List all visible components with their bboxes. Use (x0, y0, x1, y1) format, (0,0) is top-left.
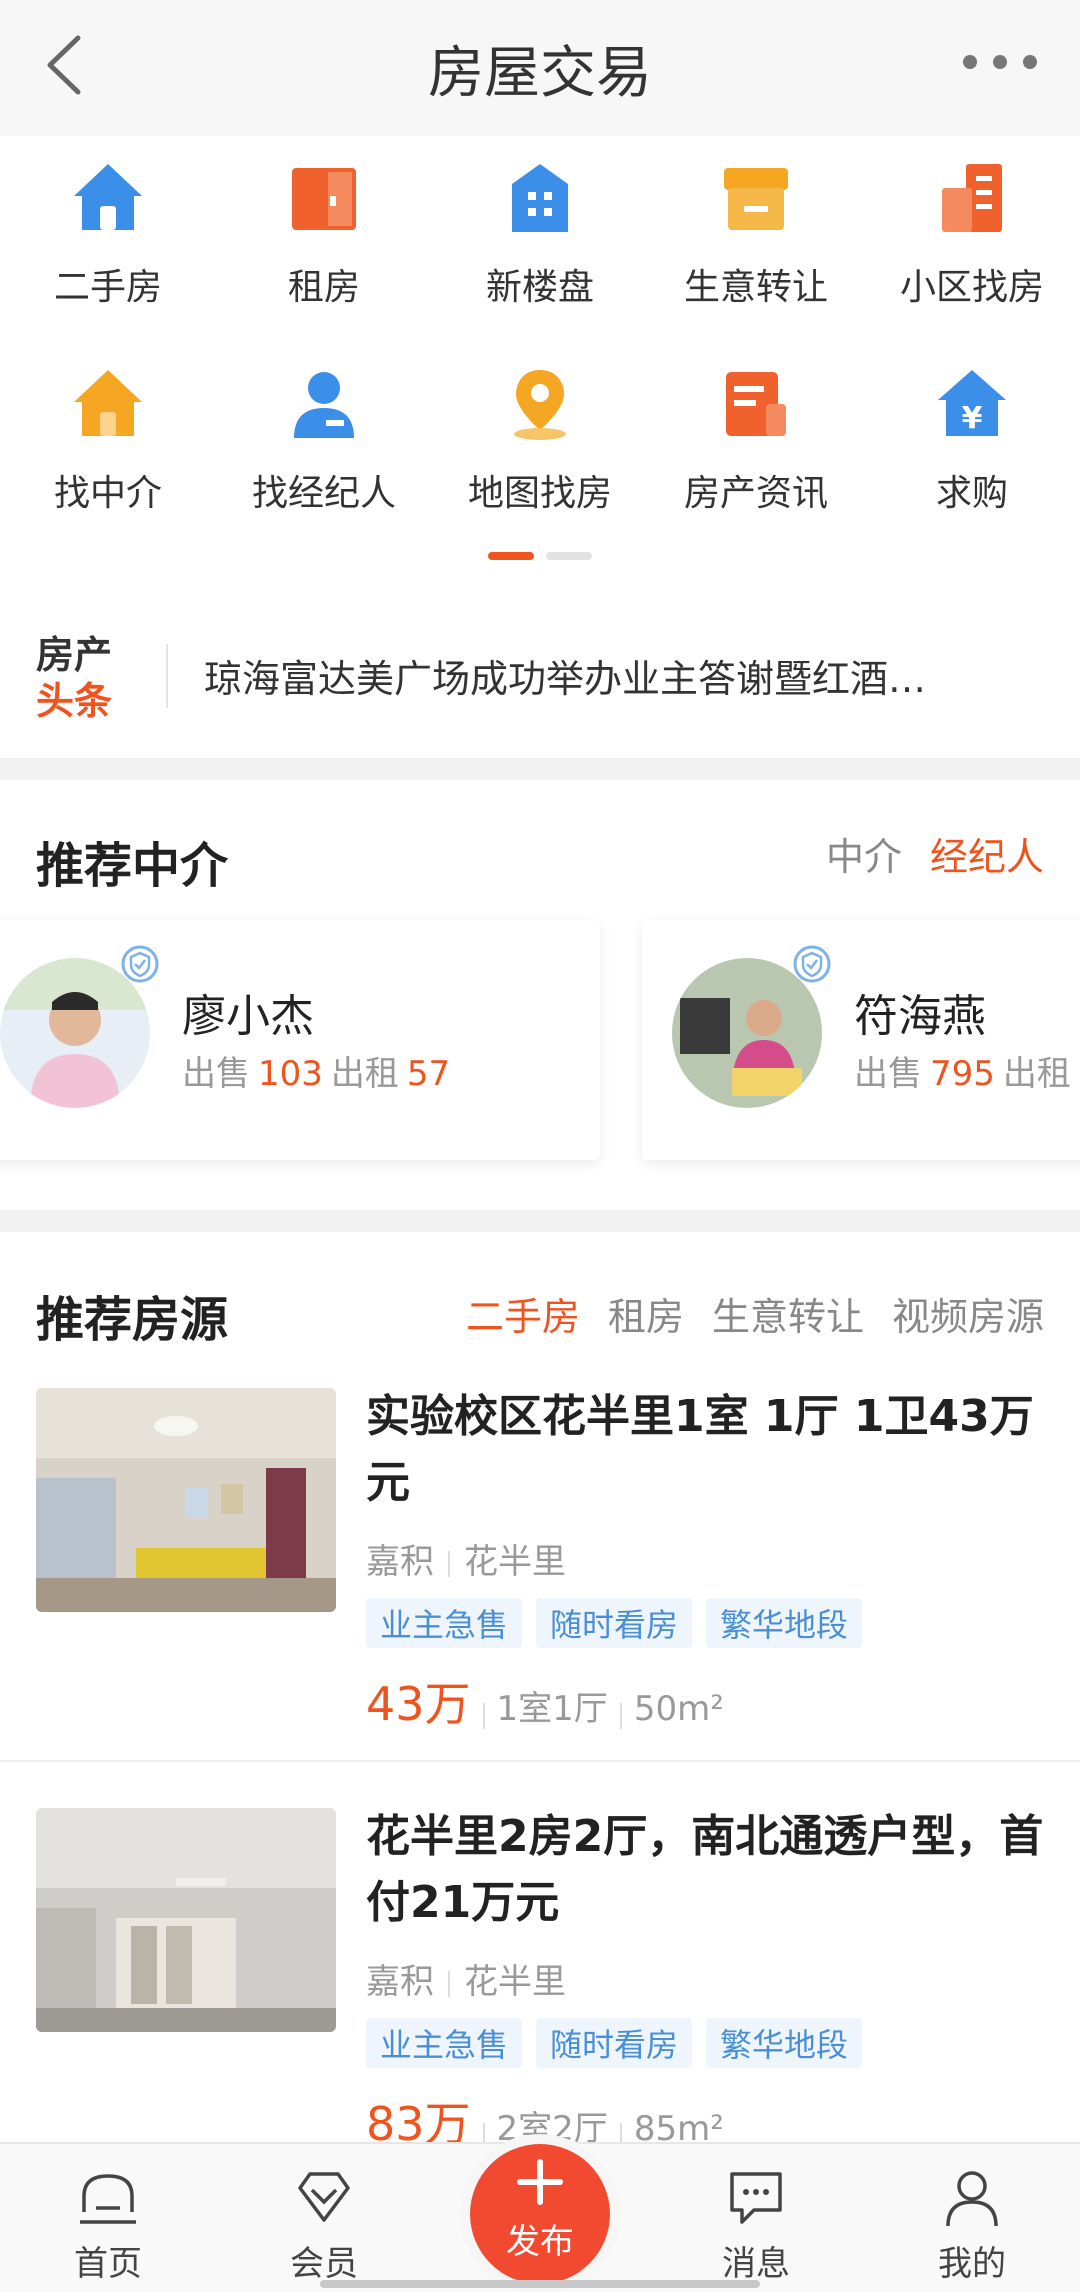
news-headline[interactable]: 琼海富达美广场成功举办业主答谢暨红酒… (204, 648, 1034, 703)
listing-price: 43万 (366, 1677, 471, 1731)
tab-video-listings[interactable]: 视频房源 (892, 1295, 1044, 1339)
listing-item[interactable]: 实验校区花半里1室 1厅 1卫43万元 嘉积 花半里 业主急售 随时看房 繁华地段 4… (0, 1388, 1080, 1808)
category-find-agency[interactable]: 找中介 (0, 346, 216, 546)
category-community-search[interactable]: 小区找房 (864, 140, 1080, 340)
category-business-transfer[interactable]: 生意转让 (648, 140, 864, 340)
listing-photo (36, 1388, 336, 1612)
chat-bubble-icon (730, 2172, 782, 2224)
category-find-broker[interactable]: 找经纪人 (216, 346, 432, 546)
agency-house-icon (74, 370, 142, 436)
sale-count: 103 (258, 1054, 323, 1094)
home-icon (80, 2174, 136, 2224)
publish-button[interactable]: 发布 (470, 2144, 610, 2284)
verified-badge-icon (121, 945, 159, 983)
listing-tabs: 二手房 租房 生意转让 视频房源 (438, 1286, 1044, 1341)
listing-tags: 业主急售 随时看房 繁华地段 (366, 1598, 876, 1648)
agent-name: 符海燕 (854, 991, 986, 1042)
tag-badge: 业主急售 (366, 1598, 523, 1648)
user-icon (946, 2171, 998, 2227)
yuan-house-icon: ¥ (938, 370, 1006, 436)
divider (0, 1760, 1080, 1762)
listing-tags: 业主急售 随时看房 繁华地段 (366, 2018, 876, 2068)
agent-stats: 出售 103 出租 57 (182, 1054, 451, 1094)
verified-badge-icon (793, 945, 831, 983)
headline-logo: 房产 头条 (36, 633, 112, 722)
page-title: 房屋交易 (428, 41, 652, 106)
agent-name: 廖小杰 (182, 991, 314, 1042)
tab-agency[interactable]: 中介 (826, 835, 902, 879)
tab-rent[interactable]: 租房 (608, 1295, 684, 1339)
page-dot-active (488, 552, 534, 560)
tag-badge: 繁华地段 (706, 2018, 863, 2068)
tab-broker[interactable]: 经纪人 (930, 835, 1044, 879)
tag-badge: 业主急售 (366, 2018, 523, 2068)
listing-area: 50m² (633, 1689, 724, 1729)
agent-card[interactable]: 符海燕 出售 795 出租 (642, 920, 1080, 1160)
shop-icon (724, 168, 788, 230)
nav-messages[interactable]: 消息 (648, 2144, 864, 2292)
tag-badge: 随时看房 (536, 2018, 693, 2068)
house-icon (74, 164, 142, 230)
agent-person-icon (294, 372, 354, 438)
category-want-to-buy[interactable]: ¥ 求购 (864, 346, 1080, 546)
home-indicator (320, 2280, 760, 2288)
svg-text:头条: 头条 (36, 679, 112, 722)
agent-card[interactable]: 廖小杰 出售 103 出租 57 (0, 920, 600, 1160)
listing-location: 嘉积 花半里 (366, 1542, 566, 1582)
listing-location: 嘉积 花半里 (366, 1962, 566, 2002)
tag-badge: 随时看房 (536, 1598, 693, 1648)
map-pin-icon (514, 370, 566, 440)
nav-member[interactable]: 会员 (216, 2144, 432, 2292)
page-dot (546, 552, 592, 560)
tag-badge: 繁华地段 (706, 1598, 863, 1648)
door-icon (292, 168, 356, 230)
listing-price-row: 43万 1室1厅 50m² (366, 1668, 724, 1734)
diamond-icon (298, 2172, 350, 2222)
section-gap (0, 758, 1080, 780)
section-title-agents: 推荐中介 (36, 838, 229, 894)
svg-text:房产: 房产 (36, 633, 112, 677)
top-bar: 房屋交易 (0, 0, 1080, 136)
listing-layout: 1室1厅 (496, 1689, 608, 1729)
section-gap (0, 1210, 1080, 1232)
nav-mine[interactable]: 我的 (864, 2144, 1080, 2292)
building-icon (512, 164, 568, 232)
divider (166, 644, 168, 708)
section-title-listings: 推荐房源 (36, 1292, 229, 1348)
sale-count: 795 (930, 1054, 995, 1094)
nav-home[interactable]: 首页 (0, 2144, 216, 2292)
listing-title[interactable]: 实验校区花半里1室 1厅 1卫43万元 (366, 1384, 1046, 1516)
more-options-icon[interactable] (960, 52, 1040, 72)
svg-text:¥: ¥ (962, 401, 983, 436)
rent-count: 57 (406, 1054, 451, 1094)
category-new-homes[interactable]: 新楼盘 (432, 140, 648, 340)
news-doc-icon (726, 372, 786, 436)
listing-title[interactable]: 花半里2房2厅，南北通透户型，首付21万元 (366, 1804, 1046, 1936)
category-real-estate-news[interactable]: 房产资讯 (648, 346, 864, 546)
apartment-icon (942, 164, 1002, 232)
plus-icon (517, 2159, 563, 2205)
category-map-search[interactable]: 地图找房 (432, 346, 648, 546)
page-indicator (488, 552, 592, 560)
agent-stats: 出售 795 出租 (854, 1054, 1071, 1094)
agent-tabs: 中介 经纪人 (798, 826, 1044, 881)
tab-second-hand[interactable]: 二手房 (466, 1295, 580, 1339)
category-second-hand[interactable]: 二手房 (0, 140, 216, 340)
tab-business-transfer[interactable]: 生意转让 (712, 1295, 864, 1339)
listing-photo (36, 1808, 336, 2032)
news-ticker[interactable]: 房产 头条 琼海富达美广场成功举办业主答谢暨红酒… (0, 610, 1080, 740)
category-rent[interactable]: 租房 (216, 140, 432, 340)
